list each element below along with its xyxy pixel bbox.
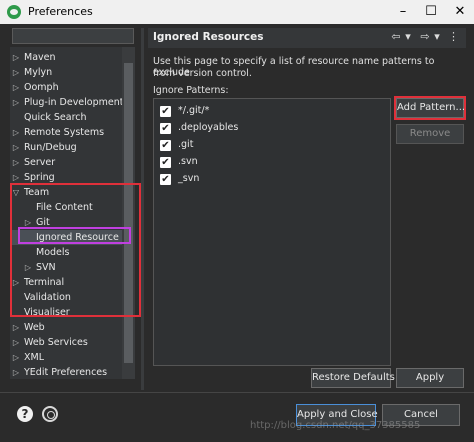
- expand-arrow-icon[interactable]: ▷: [12, 350, 20, 365]
- expand-arrow-icon[interactable]: ▷: [12, 365, 20, 380]
- expand-arrow-icon[interactable]: ▷: [12, 335, 20, 350]
- apply-button[interactable]: Apply: [396, 368, 464, 388]
- tree-item-label: Quick Search: [24, 112, 87, 123]
- page-description-cont: from version control.: [153, 68, 252, 79]
- tree-item-web-services[interactable]: ▷ Web Services: [10, 335, 122, 350]
- pattern-checkbox[interactable]: ✔: [160, 123, 171, 134]
- forward-menu-icon[interactable]: ▾: [432, 29, 442, 45]
- tree-item-quick-search[interactable]: Quick Search: [10, 110, 122, 125]
- tree-item-label: YEdit Preferences: [24, 367, 108, 378]
- tree-item-label: Mylyn: [24, 67, 53, 78]
- minimize-button[interactable]: –: [389, 0, 417, 24]
- window-title: Preferences: [28, 5, 93, 18]
- expand-arrow-icon[interactable]: ▷: [12, 125, 20, 140]
- tree-item-label: Run/Debug: [24, 142, 77, 153]
- tree-item-run-debug[interactable]: ▷ Run/Debug: [10, 140, 122, 155]
- footer-divider: [0, 392, 474, 393]
- help-icon[interactable]: ?: [17, 406, 33, 422]
- tree-item-yedit-preferences[interactable]: ▷ YEdit Preferences: [10, 365, 122, 380]
- view-menu-icon[interactable]: ⋮: [448, 29, 459, 45]
- expand-arrow-icon[interactable]: ▷: [12, 320, 20, 335]
- pattern-checkbox[interactable]: ✔: [160, 157, 171, 168]
- tree-item-label: Server: [24, 157, 56, 168]
- pattern-checkbox[interactable]: ✔: [160, 106, 171, 117]
- tree-item-web[interactable]: ▷ Web: [10, 320, 122, 335]
- close-button[interactable]: ✕: [446, 0, 474, 24]
- expand-arrow-icon[interactable]: ▷: [12, 50, 20, 65]
- tree-item-label: Maven: [24, 52, 56, 63]
- tree-item-maven[interactable]: ▷ Maven: [10, 50, 122, 65]
- watermark: http://blog.csdn.net/qq_37385585: [250, 420, 421, 431]
- eclipse-icon: [7, 5, 21, 19]
- tree-item-plug-in-development[interactable]: ▷ Plug-in Development: [10, 95, 124, 110]
- import-export-icon[interactable]: [42, 406, 58, 422]
- pattern-checkbox[interactable]: ✔: [160, 140, 171, 151]
- page-title: Ignored Resources: [153, 31, 264, 43]
- expand-arrow-icon[interactable]: ▷: [12, 155, 20, 170]
- pattern-text: .svn: [178, 156, 198, 167]
- filter-input[interactable]: [12, 28, 134, 44]
- tree-item-oomph[interactable]: ▷ Oomph: [10, 80, 122, 95]
- maximize-button[interactable]: ☐: [417, 0, 445, 24]
- forward-arrow-icon[interactable]: ⇨: [418, 29, 432, 45]
- add-pattern-highlight: [394, 96, 466, 120]
- tree-item-label: Web Services: [24, 337, 88, 348]
- pattern-text: _svn: [178, 173, 200, 184]
- panel-sash[interactable]: [141, 28, 144, 390]
- tree-item-mylyn[interactable]: ▷ Mylyn: [10, 65, 122, 80]
- expand-arrow-icon[interactable]: ▷: [12, 65, 20, 80]
- team-section-highlight: [10, 183, 141, 317]
- tree-item-label: Oomph: [24, 82, 59, 93]
- pattern-checkbox[interactable]: ✔: [160, 174, 171, 185]
- back-menu-icon[interactable]: ▾: [403, 29, 413, 45]
- back-arrow-icon[interactable]: ⇦: [389, 29, 403, 45]
- restore-defaults-button[interactable]: Restore Defaults: [311, 368, 395, 388]
- remove-button[interactable]: Remove: [396, 124, 464, 144]
- tree-item-remote-systems[interactable]: ▷ Remote Systems: [10, 125, 122, 140]
- ignored-resource-highlight: [18, 227, 131, 244]
- tree-item-label: Web: [24, 322, 45, 333]
- expand-arrow-icon[interactable]: ▷: [12, 140, 20, 155]
- tree-item-label: Remote Systems: [24, 127, 105, 138]
- expand-arrow-icon[interactable]: ▷: [12, 80, 20, 95]
- tree-item-xml[interactable]: ▷ XML: [10, 350, 122, 365]
- pattern-text: */.git/*: [178, 105, 210, 116]
- pattern-text: .git: [178, 139, 194, 150]
- ignore-patterns-label: Ignore Patterns:: [153, 85, 229, 96]
- tree-item-label: Plug-in Development: [24, 97, 124, 108]
- expand-arrow-icon[interactable]: ▷: [12, 95, 20, 110]
- ignore-patterns-list[interactable]: ✔ */.git/* ✔ .deployables ✔ .git ✔ .svn ✔ _svn: [153, 98, 391, 366]
- pattern-text: .deployables: [178, 122, 239, 133]
- tree-item-server[interactable]: ▷ Server: [10, 155, 122, 170]
- tree-item-label: XML: [24, 352, 44, 363]
